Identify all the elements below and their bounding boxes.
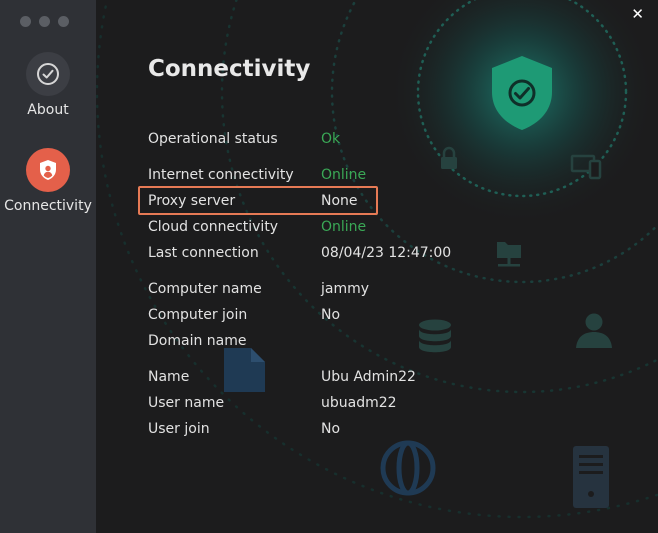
- sidebar: About Connectivity: [0, 0, 96, 533]
- sidebar-item-label: Connectivity: [4, 198, 92, 214]
- info-row-user-join: User join No: [148, 421, 568, 443]
- check-circle-icon: [26, 52, 70, 96]
- main-panel: ✕ Connectivity Operational status Ok Int…: [96, 0, 658, 533]
- info-label: Computer name: [148, 281, 262, 297]
- info-label: Operational status: [148, 131, 278, 147]
- info-row-computer-join: Computer join No: [148, 307, 568, 329]
- sidebar-item-about[interactable]: About: [0, 52, 96, 118]
- info-row-domain-name: Domain name: [148, 333, 568, 355]
- info-label: User join: [148, 421, 210, 437]
- info-value: 08/04/23 12:47:00: [321, 245, 452, 261]
- info-label: Computer join: [148, 307, 248, 323]
- info-row-user-name: User name ubuadm22: [148, 395, 568, 417]
- window-dot[interactable]: [20, 16, 31, 27]
- page-title: Connectivity: [148, 56, 311, 82]
- info-label: Cloud connectivity: [148, 219, 279, 235]
- info-row-operational-status: Operational status Ok: [148, 131, 568, 153]
- info-label: User name: [148, 395, 225, 411]
- person-icon: [576, 313, 612, 348]
- server-icon: [573, 446, 609, 508]
- info-value: Online: [321, 167, 367, 183]
- info-label: Domain name: [148, 333, 247, 349]
- info-label: Last connection: [148, 245, 259, 261]
- info-row-name: Name Ubu Admin22: [148, 369, 568, 391]
- window-dot[interactable]: [39, 16, 50, 27]
- sidebar-item-connectivity[interactable]: Connectivity: [0, 148, 96, 214]
- info-value: jammy: [321, 281, 370, 297]
- info-value: No: [321, 307, 341, 323]
- info-row-cloud-connectivity: Cloud connectivity Online: [148, 219, 568, 241]
- globe-icon: [380, 440, 436, 496]
- info-label: Internet connectivity: [148, 167, 294, 183]
- shield-user-icon: [26, 148, 70, 192]
- window-controls: [20, 16, 69, 27]
- window-dot[interactable]: [58, 16, 69, 27]
- info-value: None: [321, 193, 358, 209]
- info-value: Ubu Admin22: [321, 369, 416, 385]
- info-row-last-connection: Last connection 08/04/23 12:47:00: [148, 245, 568, 267]
- info-value: No: [321, 421, 341, 437]
- info-row-computer-name: Computer name jammy: [148, 281, 568, 303]
- close-button[interactable]: ✕: [631, 6, 644, 22]
- info-row-internet-connectivity: Internet connectivity Online: [148, 167, 568, 189]
- info-value: ubuadm22: [321, 395, 397, 411]
- info-value: Online: [321, 219, 367, 235]
- info-label: Name: [148, 369, 190, 385]
- info-label: Proxy server: [148, 193, 236, 209]
- info-row-proxy-server: Proxy server None: [148, 193, 568, 215]
- info-value: Ok: [321, 131, 341, 147]
- sidebar-item-label: About: [27, 102, 69, 118]
